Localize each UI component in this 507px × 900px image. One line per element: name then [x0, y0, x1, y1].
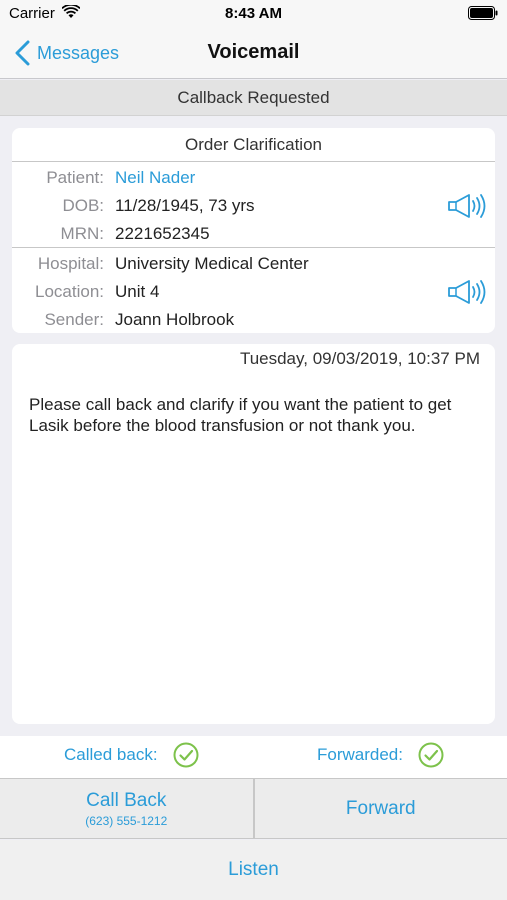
hospital-label: Hospital: — [37, 254, 104, 273]
called-back-label: Called back: — [64, 745, 158, 764]
forward-label: Forward — [345, 797, 416, 819]
call-back-label: Call Back — [86, 789, 167, 811]
sender-label: Sender: — [44, 310, 104, 329]
message-type-header: Callback Requested — [0, 80, 507, 116]
card-title: Order Clarification — [12, 128, 495, 162]
message-timestamp: Tuesday, 09/03/2019, 10:37 PM — [239, 349, 480, 368]
patient-section: Patient: Neil Nader DOB: 11/28/1945, 73 … — [12, 162, 495, 248]
patient-label: Patient: — [46, 168, 104, 187]
dob-value: 11/28/1945, 73 yrs — [115, 196, 255, 215]
hospital-row: Hospital: University Medical Center — [12, 250, 495, 278]
forwarded-label: Forwarded: — [317, 745, 403, 764]
message-body: Please call back and clarify if you want… — [29, 395, 452, 435]
forwarded-status: Forwarded: — [317, 742, 444, 768]
patient-info-card: Order Clarification Patient: Neil Nader … — [12, 128, 495, 333]
listen-button[interactable]: Listen — [0, 840, 507, 900]
status-bar: Carrier 8:43 AM — [0, 0, 507, 28]
call-back-button[interactable]: Call Back (623) 555-1212 — [0, 779, 253, 838]
speaker-icon — [448, 280, 486, 304]
location-label: Location: — [35, 282, 104, 301]
mrn-value: 2221652345 — [115, 224, 210, 243]
mrn-row: MRN: 2221652345 — [12, 220, 495, 248]
status-row: Called back: Forwarded: — [0, 736, 507, 778]
called-back-status: Called back: — [64, 742, 199, 768]
sender-value: Joann Holbrook — [115, 310, 235, 329]
call-back-number: (623) 555-1212 — [85, 813, 168, 828]
action-buttons: Call Back (623) 555-1212 Forward — [0, 778, 507, 839]
location-row: Location: Unit 4 — [12, 278, 495, 306]
location-value: Unit 4 — [115, 282, 160, 301]
location-speaker-button[interactable] — [447, 278, 487, 306]
forward-button[interactable]: Forward — [252, 779, 507, 838]
mrn-label: MRN: — [60, 224, 104, 243]
sender-row: Sender: Joann Holbrook — [12, 306, 495, 334]
check-icon — [418, 742, 444, 768]
clock: 8:43 AM — [225, 5, 282, 22]
patient-row: Patient: Neil Nader — [12, 164, 495, 192]
hospital-value: University Medical Center — [115, 254, 309, 273]
patient-speaker-button[interactable] — [447, 192, 487, 220]
battery-icon — [468, 6, 498, 20]
page-title: Voicemail — [207, 41, 300, 63]
navigation-bar: Messages Voicemail — [0, 28, 507, 79]
dob-label: DOB: — [62, 196, 104, 215]
dob-row: DOB: 11/28/1945, 73 yrs — [12, 192, 495, 220]
check-icon — [173, 742, 199, 768]
location-section: Hospital: University Medical Center Loca… — [12, 248, 495, 332]
speaker-icon — [448, 194, 486, 218]
patient-name-link[interactable]: Neil Nader — [115, 168, 195, 188]
message-card: Tuesday, 09/03/2019, 10:37 PM Please cal… — [12, 344, 495, 724]
